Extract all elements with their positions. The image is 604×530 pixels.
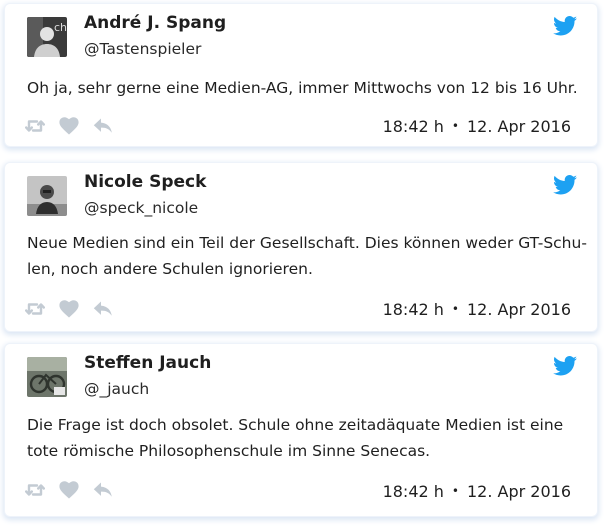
tweet-card-1: ch André J. Spang @Tastenspieler Oh ja, … — [5, 4, 597, 146]
author-handle[interactable]: @Tastenspieler — [84, 40, 201, 58]
tweet-text-line: tote römische Philosophenschule im Sinne… — [27, 442, 431, 460]
avatar[interactable]: ch — [27, 17, 67, 57]
timestamp[interactable]: 18:42 h • 12. Apr 2016 — [383, 300, 571, 319]
tweet-text-line: len, noch andere Schulen ignorieren. — [27, 260, 313, 278]
timestamp[interactable]: 18:42 h • 12. Apr 2016 — [383, 117, 571, 136]
separator-dot: • — [451, 119, 459, 133]
tweet-time: 18:42 h — [382, 117, 444, 136]
author-handle[interactable]: @_jauch — [84, 380, 149, 398]
tweet-text: Neue Medien sind ein Teil der Gesellscha… — [27, 230, 587, 282]
twitter-bird-icon[interactable] — [553, 356, 577, 376]
tweet-text: Oh ja, sehr gerne eine Medien-AG, immer … — [27, 75, 578, 101]
tweet-text-line: Oh ja, sehr gerne eine Medien-AG, immer … — [27, 79, 578, 97]
tweet-actions — [25, 299, 127, 319]
tweet-card-2: Nicole Speck @speck_nicole Neue Medien s… — [5, 163, 597, 331]
twitter-bird-icon[interactable] — [553, 16, 577, 36]
retweet-icon[interactable] — [25, 300, 45, 318]
tweet-actions — [25, 116, 127, 136]
reply-icon[interactable] — [93, 300, 113, 318]
tweet-feed: ch André J. Spang @Tastenspieler Oh ja, … — [0, 0, 604, 530]
tweet-date: 12. Apr 2016 — [466, 117, 571, 136]
tweet-time: 18:42 h — [382, 482, 444, 501]
tweet-text-line: Neue Medien sind ein Teil der Gesellscha… — [27, 234, 587, 252]
twitter-bird-icon[interactable] — [553, 175, 577, 195]
tweet-actions — [25, 480, 127, 500]
tweet-time: 18:42 h — [382, 300, 444, 319]
heart-icon[interactable] — [59, 300, 79, 318]
retweet-icon[interactable] — [25, 481, 45, 499]
retweet-icon[interactable] — [25, 117, 45, 135]
tweet-text-line: Die Frage ist doch obsolet. Schule ohne … — [27, 416, 564, 434]
reply-icon[interactable] — [93, 117, 113, 135]
timestamp[interactable]: 18:42 h • 12. Apr 2016 — [383, 482, 571, 501]
author-name[interactable]: André J. Spang — [84, 13, 226, 33]
avatar[interactable] — [27, 176, 67, 216]
reply-icon[interactable] — [93, 481, 113, 499]
author-handle[interactable]: @speck_nicole — [84, 199, 198, 217]
author-name[interactable]: Nicole Speck — [84, 172, 206, 192]
svg-text:ch: ch — [54, 21, 67, 34]
tweet-date: 12. Apr 2016 — [466, 482, 571, 501]
tweet-date: 12. Apr 2016 — [466, 300, 571, 319]
heart-icon[interactable] — [59, 481, 79, 499]
heart-icon[interactable] — [59, 117, 79, 135]
separator-dot: • — [451, 302, 459, 316]
tweet-text: Die Frage ist doch obsolet. Schule ohne … — [27, 412, 571, 464]
author-name[interactable]: Steffen Jauch — [84, 353, 211, 373]
tweet-card-3: Steffen Jauch @_jauch Die Frage ist doch… — [5, 344, 597, 516]
avatar[interactable] — [27, 357, 67, 397]
separator-dot: • — [451, 484, 459, 498]
